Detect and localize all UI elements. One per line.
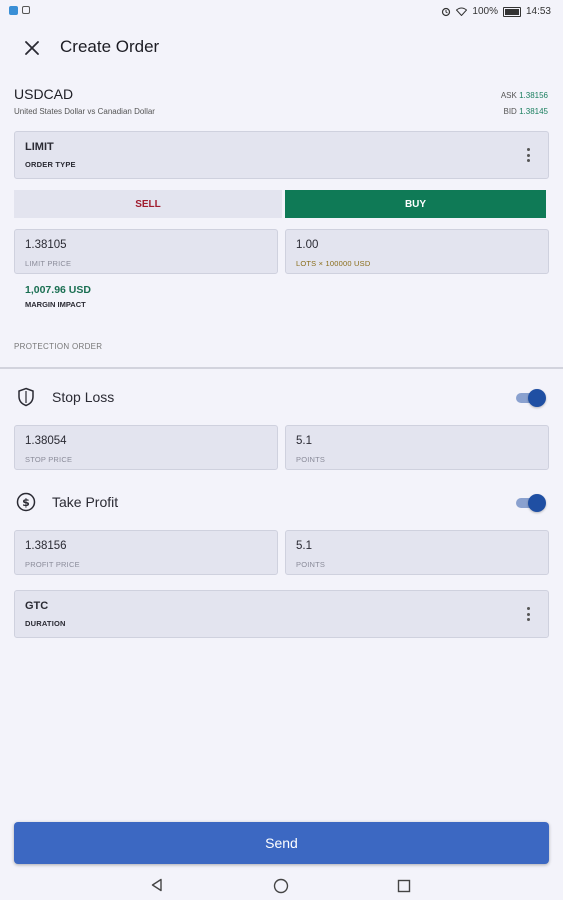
limit-price-value: 1.38105 [25,239,67,251]
notification-icon [22,6,30,14]
order-type-value: LIMIT [25,141,54,153]
divider [0,367,563,369]
lots-label: LOTS × 100000 USD [296,259,371,268]
lots-value: 1.00 [296,239,319,251]
order-type-select[interactable]: LIMIT ORDER TYPE [14,131,549,179]
recent-square-icon [397,879,411,893]
home-circle-icon [273,878,289,894]
margin-impact-value: 1,007.96 USD [25,284,91,296]
bid-value: 1.38145 [519,107,548,116]
order-type-label: ORDER TYPE [25,160,76,169]
limit-price-input[interactable]: 1.38105 LIMIT PRICE [14,229,278,274]
close-button[interactable] [18,34,46,62]
more-vert-icon[interactable] [523,605,534,623]
duration-label: DURATION [25,619,66,628]
profit-price-value: 1.38156 [25,540,67,552]
stop-points-value: 5.1 [296,435,312,447]
limit-price-label: LIMIT PRICE [25,259,72,268]
battery-percent: 100% [472,6,498,17]
duration-value: GTC [25,600,49,612]
battery-icon [502,6,521,17]
clock: 14:53 [525,6,551,17]
more-vert-icon[interactable] [523,146,534,164]
alarm-icon [442,7,451,16]
ask-quote: ASK 1.38156 [501,91,548,100]
stop-points-input[interactable]: 5.1 POINTS [285,425,549,470]
lots-input[interactable]: 1.00 LOTS × 100000 USD [285,229,549,274]
wifi-icon [456,7,468,16]
nav-home-button[interactable] [273,878,289,899]
status-left-icons [9,6,30,15]
shield-icon [16,387,36,407]
bid-label: BID [503,107,517,116]
nav-recent-button[interactable] [397,879,411,898]
margin-impact-label: MARGIN IMPACT [25,300,86,309]
take-profit-label: Take Profit [52,494,119,510]
back-triangle-icon [151,878,162,892]
profit-points-input[interactable]: 5.1 POINTS [285,530,549,575]
send-button[interactable]: Send [14,822,549,864]
profit-price-input[interactable]: 1.38156 PROFIT PRICE [14,530,278,575]
stop-loss-label: Stop Loss [52,389,115,405]
stop-price-value: 1.38054 [25,435,67,447]
stop-loss-toggle[interactable] [516,389,546,407]
svg-text:$: $ [22,496,30,509]
stop-price-input[interactable]: 1.38054 STOP PRICE [14,425,278,470]
close-icon [25,41,39,55]
take-profit-toggle[interactable] [516,494,546,512]
notification-icon [9,6,18,15]
toggle-knob [528,389,546,407]
sell-button[interactable]: SELL [14,190,282,218]
ask-label: ASK [500,91,517,100]
instrument-description: United States Dollar vs Canadian Dollar [14,107,155,116]
profit-points-label: POINTS [296,560,326,569]
page-title: Create Order [60,37,160,56]
bid-quote: BID 1.38145 [504,107,549,116]
buy-button[interactable]: BUY [285,190,546,218]
status-right-icons: 100% 14:53 [441,6,551,17]
profit-price-label: PROFIT PRICE [25,560,80,569]
profit-points-value: 5.1 [296,540,312,552]
stop-points-label: POINTS [296,455,326,464]
ask-value: 1.38156 [519,91,548,100]
status-bar: 100% 14:53 [0,0,563,24]
stop-price-label: STOP PRICE [25,455,73,464]
protection-section-title: PROTECTION ORDER [14,342,103,351]
toggle-knob [528,494,546,512]
instrument-symbol: USDCAD [14,86,74,102]
duration-select[interactable]: GTC DURATION [14,590,549,638]
dollar-circle-icon: $ [16,492,36,512]
nav-back-button[interactable] [150,878,164,897]
